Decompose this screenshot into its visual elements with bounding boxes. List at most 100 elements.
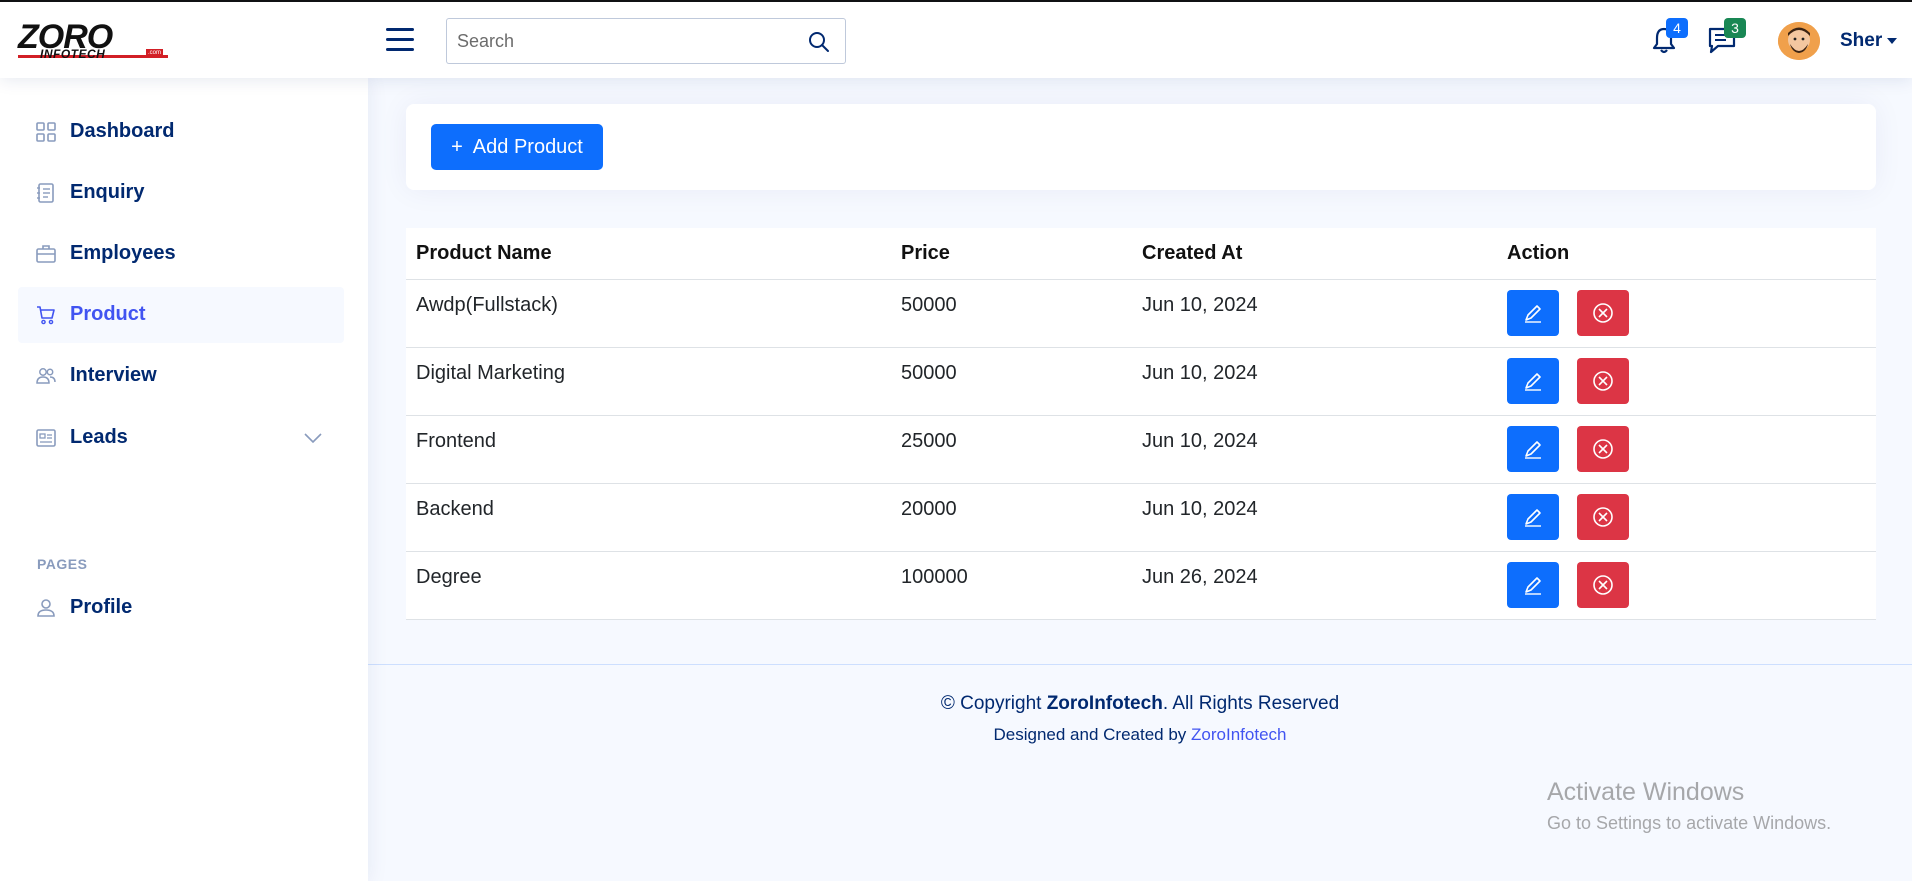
activate-windows-watermark: Activate Windows Go to Settings to activ… xyxy=(1547,778,1831,834)
person-icon xyxy=(37,599,55,617)
edit-button[interactable] xyxy=(1507,357,1559,404)
cell-created-at: Jun 10, 2024 xyxy=(1132,415,1497,484)
table-row: Digital Marketing 50000 Jun 10, 2024 xyxy=(406,347,1876,416)
profile-name-text: Sher xyxy=(1840,30,1883,51)
edit-button[interactable] xyxy=(1507,289,1559,336)
sidebar-item-label: Product xyxy=(70,303,146,325)
sidebar-item-label: Profile xyxy=(70,596,133,618)
sidebar-item-profile[interactable]: Profile xyxy=(18,580,344,636)
logo-sub-text: INFOTECH xyxy=(40,47,106,61)
copyright-suffix: . All Rights Reserved xyxy=(1162,693,1340,714)
pencil-icon xyxy=(1525,304,1541,323)
search-input[interactable] xyxy=(447,19,787,63)
column-header-product-name: Product Name xyxy=(406,228,891,280)
grid-icon xyxy=(36,122,56,142)
cell-created-at: Jun 10, 2024 xyxy=(1132,483,1497,552)
sidebar-section-heading: PAGES xyxy=(37,556,88,572)
sidebar-item-product[interactable]: Product xyxy=(18,287,344,343)
top-header: ZORO INFOTECH .com 4 3 Sher xyxy=(0,2,1912,78)
menu-toggle-icon[interactable] xyxy=(386,28,414,52)
journal-icon xyxy=(37,183,54,203)
edit-button[interactable] xyxy=(1507,493,1559,540)
copyright-prefix: © Copyright xyxy=(940,693,1047,714)
x-circle-icon xyxy=(1592,506,1613,527)
delete-button[interactable] xyxy=(1576,561,1629,608)
x-circle-icon xyxy=(1592,438,1613,459)
logo-tag-text: .com xyxy=(146,49,164,57)
credits-text: Designed and Created by ZoroInfotech xyxy=(368,725,1912,745)
add-product-button[interactable]: + Add Product xyxy=(431,124,603,170)
x-circle-icon xyxy=(1592,370,1613,391)
sidebar-item-label: Leads xyxy=(70,426,128,448)
sidebar-item-label: Enquiry xyxy=(70,181,145,203)
column-header-price: Price xyxy=(891,228,1132,280)
pencil-icon xyxy=(1525,576,1541,595)
search-bar xyxy=(446,18,846,64)
sidebar-item-enquiry[interactable]: Enquiry xyxy=(18,165,344,221)
notifications-bell-icon[interactable]: 4 xyxy=(1648,18,1688,56)
footer: © Copyright ZoroInfotech. All Rights Res… xyxy=(368,664,1912,784)
sidebar-item-leads[interactable]: Leads xyxy=(18,410,344,466)
plus-icon: + xyxy=(451,135,463,158)
messages-chat-icon[interactable]: 3 xyxy=(1706,18,1746,56)
cell-actions xyxy=(1497,483,1876,552)
sidebar-item-dashboard[interactable]: Dashboard xyxy=(18,104,344,160)
cell-actions xyxy=(1497,279,1876,348)
sidebar-item-interview[interactable]: Interview xyxy=(18,348,344,404)
table-row: Frontend 25000 Jun 10, 2024 xyxy=(406,415,1876,484)
sidebar-item-label: Dashboard xyxy=(70,120,175,142)
briefcase-icon xyxy=(36,245,56,263)
sidebar-item-label: Employees xyxy=(70,242,176,264)
people-icon xyxy=(36,368,56,384)
cell-product-name: Degree xyxy=(406,551,891,620)
cell-created-at: Jun 10, 2024 xyxy=(1132,279,1497,348)
delete-button[interactable] xyxy=(1576,425,1629,472)
caret-down-icon xyxy=(1887,37,1898,44)
pencil-icon xyxy=(1525,372,1541,391)
edit-button[interactable] xyxy=(1507,425,1559,472)
search-icon[interactable] xyxy=(807,30,831,54)
table-row: Backend 20000 Jun 10, 2024 xyxy=(406,483,1876,552)
cell-actions xyxy=(1497,347,1876,416)
sidebar-item-label: Interview xyxy=(70,364,157,386)
cart-icon xyxy=(37,306,55,325)
delete-button[interactable] xyxy=(1576,493,1629,540)
column-header-created-at: Created At xyxy=(1132,228,1497,280)
table-header-row: Product Name Price Created At Action xyxy=(406,228,1876,280)
watermark-title: Activate Windows xyxy=(1547,778,1745,806)
user-avatar[interactable] xyxy=(1778,22,1820,60)
sidebar-item-employees[interactable]: Employees xyxy=(18,226,344,282)
credits-link[interactable]: ZoroInfotech xyxy=(1191,725,1286,744)
cell-actions xyxy=(1497,415,1876,484)
watermark-subtitle: Go to Settings to activate Windows. xyxy=(1547,813,1832,833)
cell-price: 50000 xyxy=(891,347,1132,416)
product-table: Product Name Price Created At Action Awd… xyxy=(406,228,1876,620)
edit-button[interactable] xyxy=(1507,561,1559,608)
copyright-brand: ZoroInfotech xyxy=(1046,693,1163,714)
notifications-badge: 4 xyxy=(1666,18,1688,38)
delete-button[interactable] xyxy=(1576,289,1629,336)
layout-text-icon xyxy=(36,429,56,447)
profile-dropdown-toggle[interactable]: Sher xyxy=(1840,30,1898,52)
table-row: Awdp(Fullstack) 50000 Jun 10, 2024 xyxy=(406,279,1876,348)
cell-created-at: Jun 10, 2024 xyxy=(1132,347,1497,416)
cell-product-name: Backend xyxy=(406,483,891,552)
copyright-text: © Copyright ZoroInfotech. All Rights Res… xyxy=(368,693,1912,715)
messages-badge: 3 xyxy=(1724,18,1746,38)
table-row: Degree 100000 Jun 26, 2024 xyxy=(406,551,1876,620)
sidebar: Dashboard Enquiry Employees Product Inte… xyxy=(0,78,368,881)
cell-product-name: Frontend xyxy=(406,415,891,484)
pencil-icon xyxy=(1525,508,1541,527)
cell-created-at: Jun 26, 2024 xyxy=(1132,551,1497,620)
delete-button[interactable] xyxy=(1576,357,1629,404)
cell-price: 20000 xyxy=(891,483,1132,552)
zoro-infotech-logo[interactable]: ZORO INFOTECH .com xyxy=(18,20,170,60)
cell-price: 100000 xyxy=(891,551,1132,620)
cell-actions xyxy=(1497,551,1876,620)
pencil-icon xyxy=(1525,440,1541,459)
cell-price: 50000 xyxy=(891,279,1132,348)
cell-product-name: Digital Marketing xyxy=(406,347,891,416)
chevron-down-icon xyxy=(304,433,322,444)
cell-product-name: Awdp(Fullstack) xyxy=(406,279,891,348)
credits-prefix: Designed and Created by xyxy=(993,725,1192,744)
